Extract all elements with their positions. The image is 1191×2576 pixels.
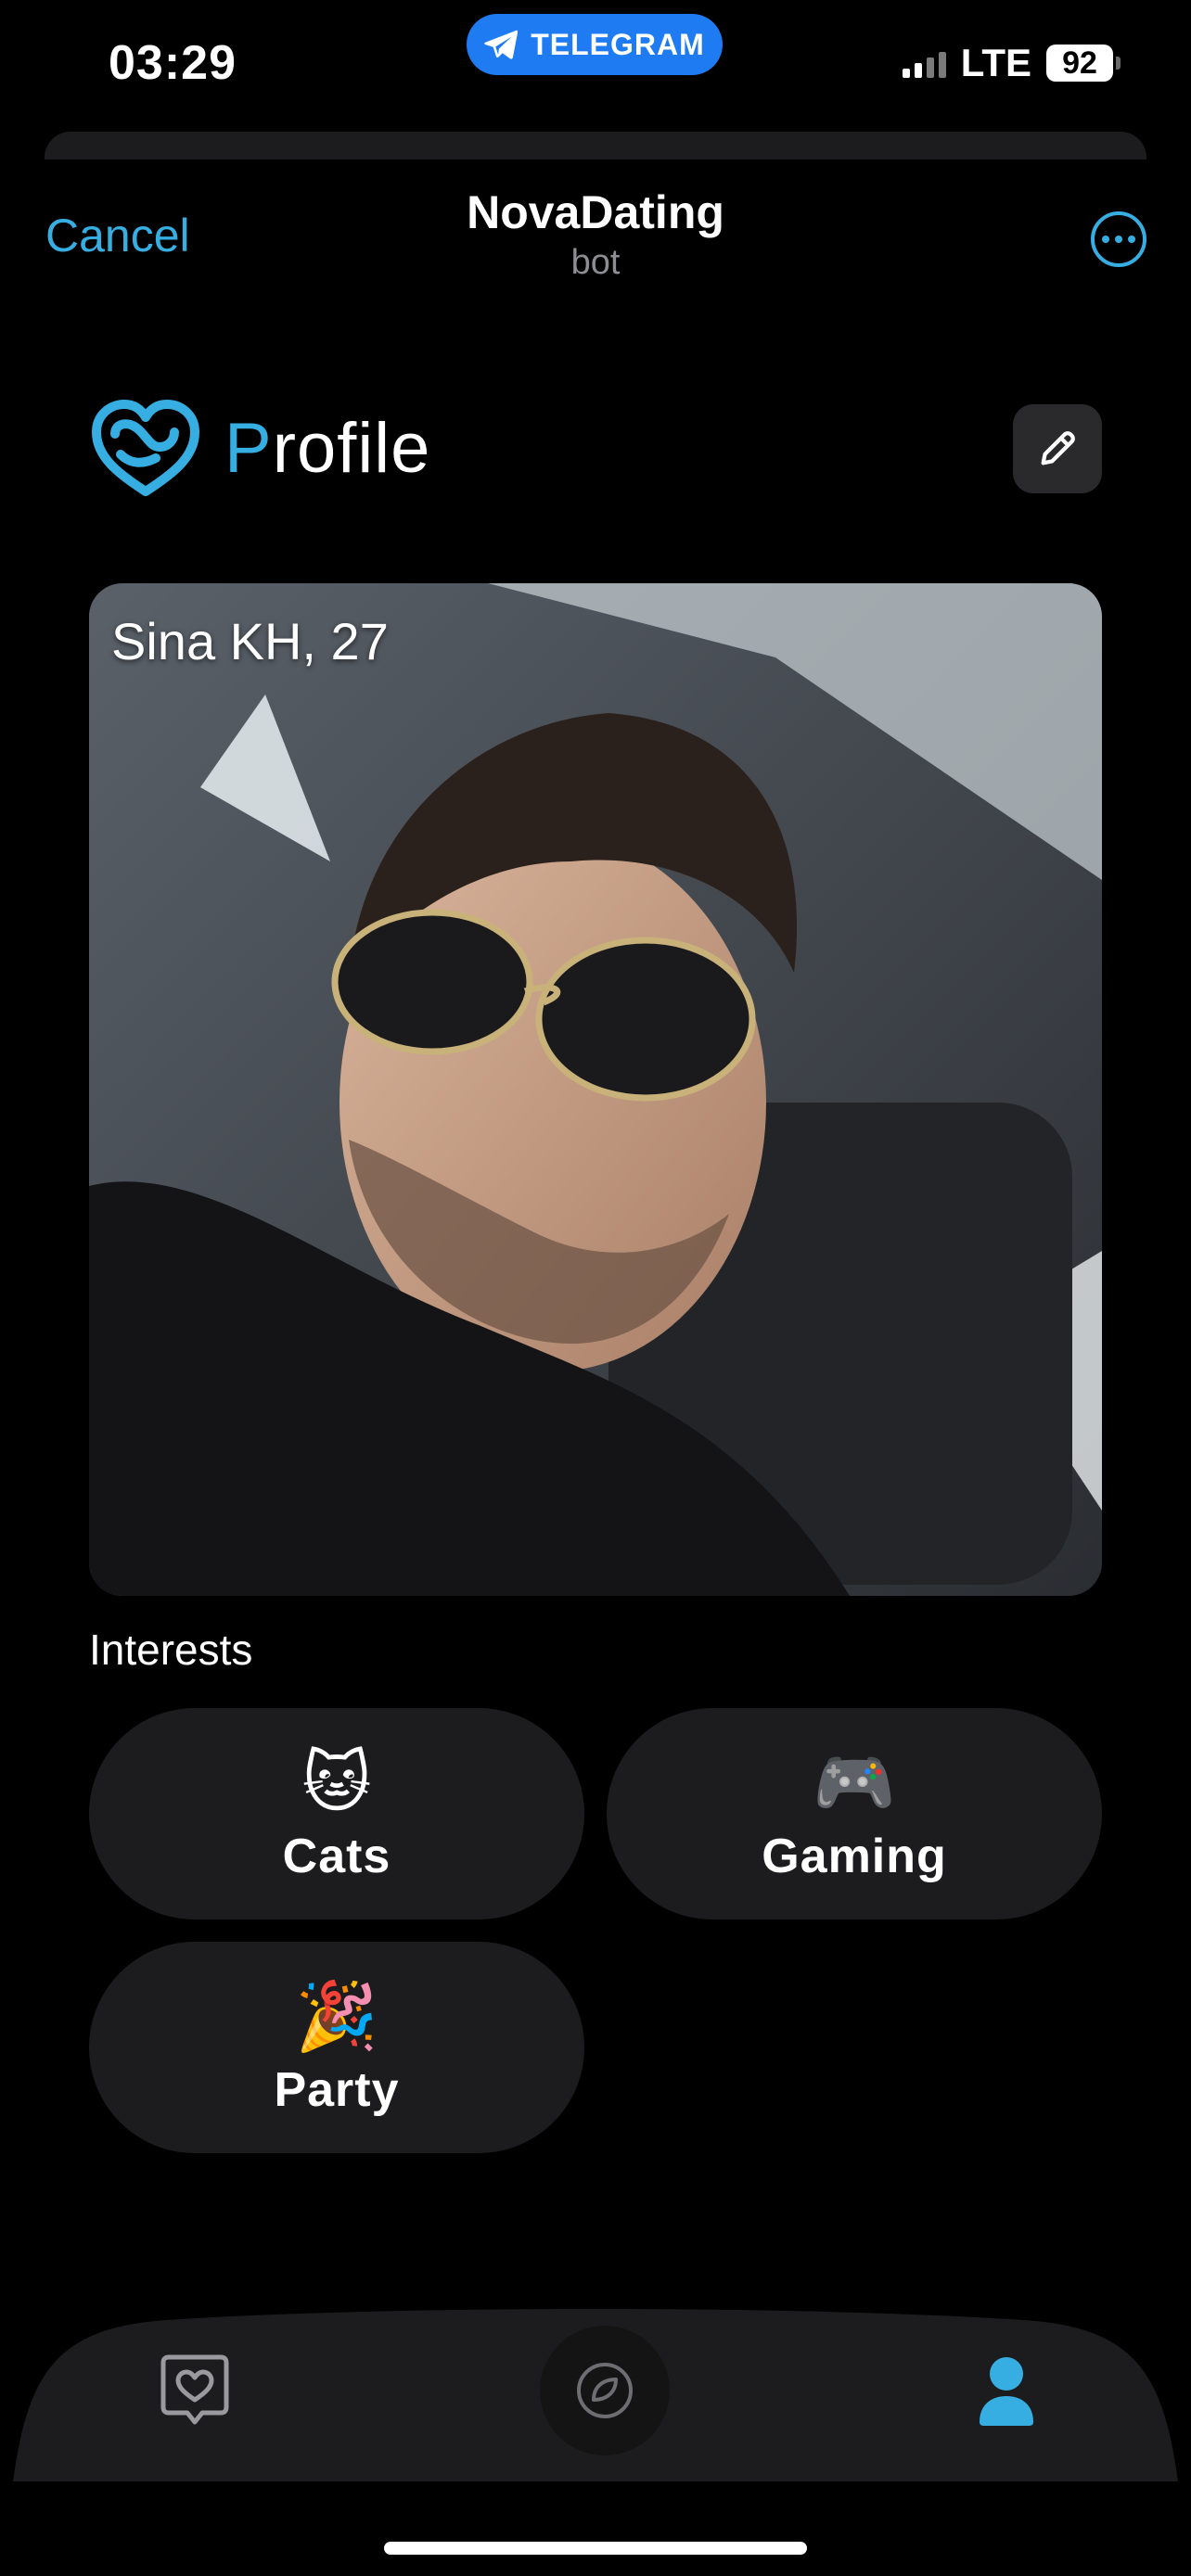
interest-chip-label: Gaming (762, 1830, 947, 1883)
home-indicator[interactable] (384, 2542, 807, 2555)
page-title-rest: rofile (272, 409, 431, 488)
interest-chip-party[interactable]: 🎉 Party (89, 1942, 584, 2153)
interest-chip-label: Cats (282, 1830, 391, 1883)
interest-chip-label: Party (274, 2063, 400, 2117)
battery-icon: 92 (1046, 45, 1121, 82)
tab-matches-heart-chat-icon[interactable] (160, 2353, 230, 2428)
cat-emoji-icon: 🐱 (301, 1746, 372, 1820)
profile-photo[interactable]: Sina KH, 27 (89, 583, 1102, 1596)
more-dot (1102, 236, 1109, 243)
more-dot (1128, 236, 1135, 243)
bot-subtitle: bot (570, 243, 621, 282)
telegram-pill-label: TELEGRAM (531, 27, 705, 61)
telegram-return-pill[interactable]: TELEGRAM (467, 14, 723, 75)
interest-chip-gaming[interactable]: 🎮 Gaming (607, 1708, 1102, 1919)
status-time: 03:29 (109, 36, 237, 90)
page-title-initial: P (224, 409, 273, 488)
tab-profile-user-icon[interactable] (976, 2353, 1037, 2428)
signal-strength-icon (902, 48, 946, 78)
tab-discover-button[interactable] (540, 2326, 670, 2455)
telegram-plane-icon (484, 30, 519, 59)
more-dot (1115, 236, 1122, 243)
profile-name-age: Sina KH, 27 (111, 612, 389, 670)
bot-title: NovaDating (467, 186, 724, 238)
party-popper-emoji-icon: 🎉 (295, 1980, 378, 2054)
edit-profile-button[interactable] (1013, 404, 1102, 493)
nova-heart-logo-icon (92, 400, 199, 496)
bot-title-block: NovaDating bot (0, 185, 1191, 283)
status-indicators: LTE 92 (902, 41, 1121, 85)
network-type: LTE (960, 41, 1031, 84)
page-title: Profile (224, 408, 430, 489)
sheet-top-edge (45, 132, 1146, 159)
more-button[interactable] (1091, 211, 1146, 267)
interests-heading: Interests (89, 1626, 253, 1674)
nova-circle-icon (577, 2363, 633, 2418)
pencil-icon (1041, 431, 1075, 465)
profile-photo-image (89, 583, 1102, 1596)
interest-chip-cats[interactable]: 🐱 Cats (89, 1708, 584, 1919)
battery-level: 92 (1062, 45, 1097, 81)
gamepad-emoji-icon: 🎮 (813, 1746, 896, 1820)
